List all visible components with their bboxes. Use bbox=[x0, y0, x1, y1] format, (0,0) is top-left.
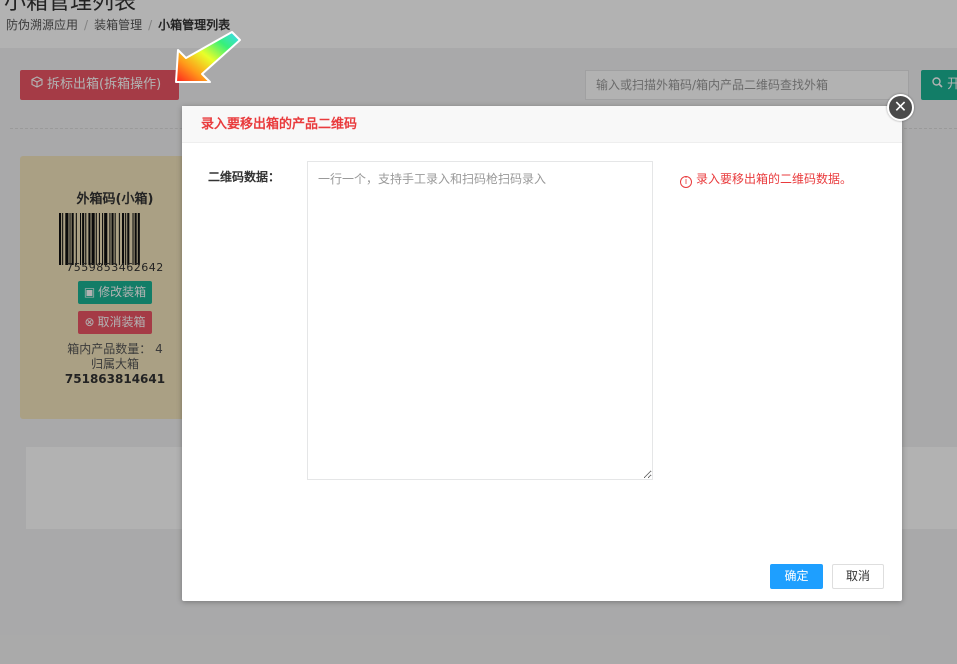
cancel-button[interactable]: 取消 bbox=[832, 564, 884, 589]
qr-field-hint: i 录入要移出箱的二维码数据。 bbox=[680, 170, 852, 188]
qr-field-hint-text: 录入要移出箱的二维码数据。 bbox=[696, 172, 853, 186]
qr-input-dialog: 录入要移出箱的产品二维码 ✕ 二维码数据： i录入要移出箱的二维码数据。 确定 … bbox=[182, 94, 914, 601]
qr-data-textarea[interactable] bbox=[307, 161, 653, 480]
close-icon[interactable]: ✕ bbox=[887, 94, 914, 121]
confirm-button[interactable]: 确定 bbox=[770, 564, 823, 589]
pointer-arrow-icon bbox=[175, 31, 241, 83]
qr-field-label: 二维码数据： bbox=[208, 170, 281, 184]
dialog-title: 录入要移出箱的产品二维码 bbox=[182, 106, 902, 143]
info-icon: i bbox=[680, 176, 692, 188]
